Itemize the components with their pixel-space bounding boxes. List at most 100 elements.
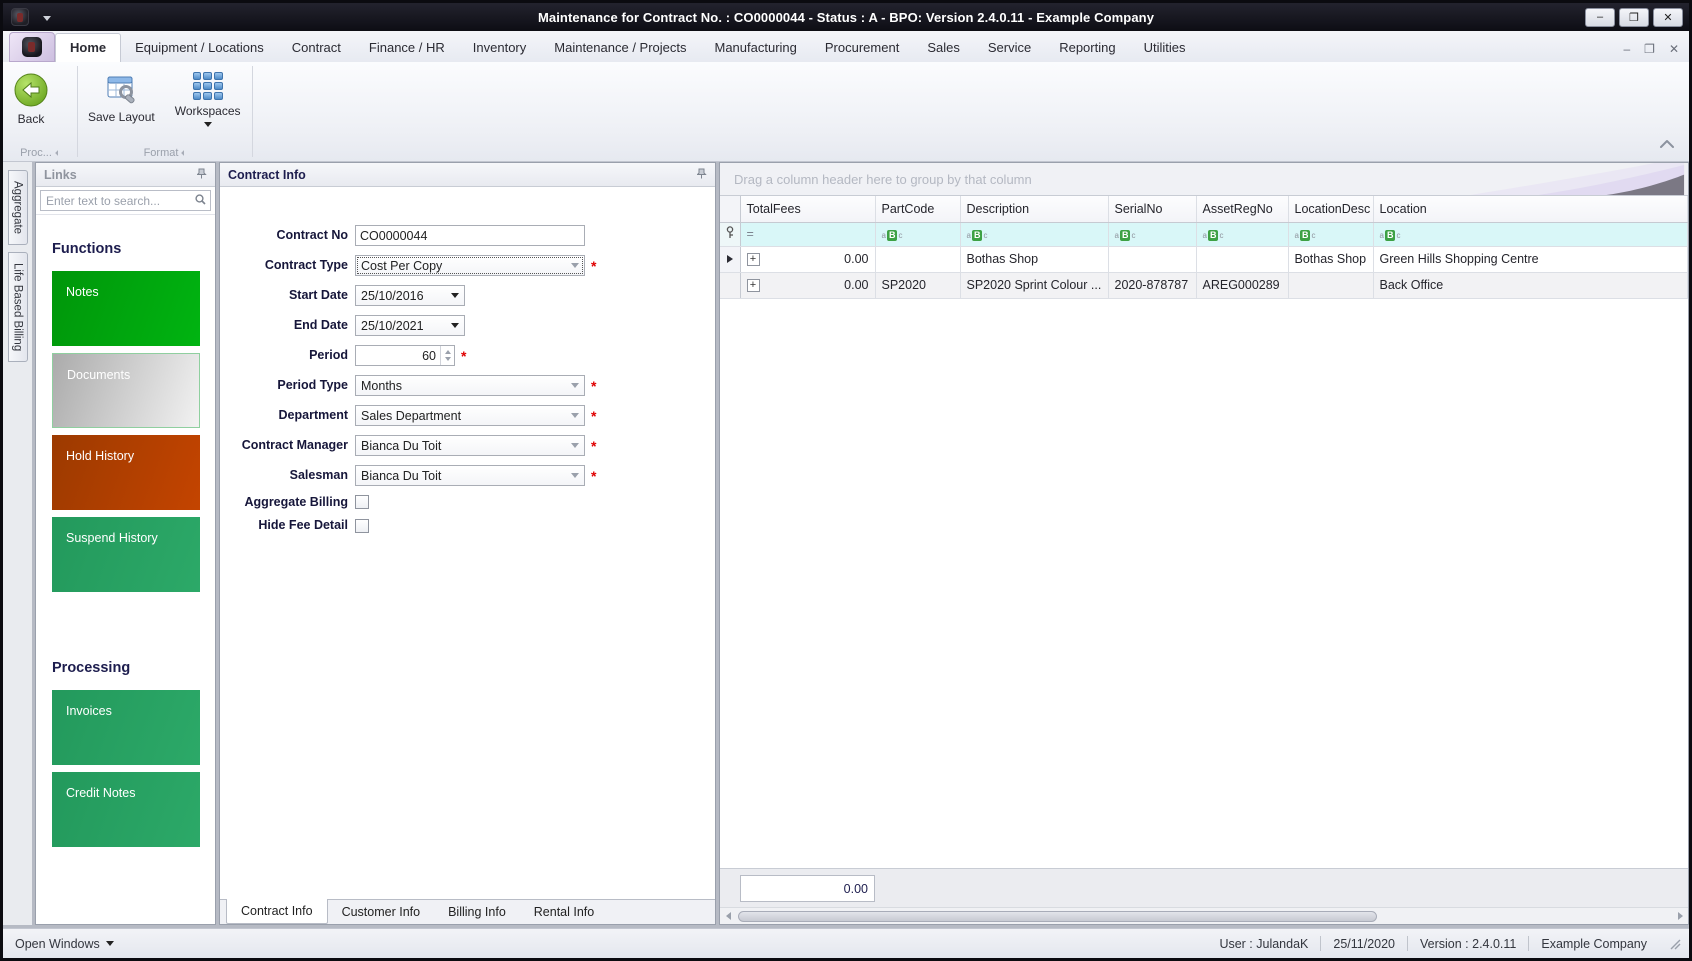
filter-cell-description[interactable]: aBc (960, 222, 1109, 247)
contract-no-input[interactable] (355, 225, 585, 246)
group-label-format[interactable]: Format (78, 144, 252, 161)
links-panel-title: Links (44, 167, 77, 182)
filter-cell-assetregno[interactable]: aBc (1196, 222, 1289, 247)
pin-icon[interactable] (696, 166, 707, 184)
status-company: Example Company (1541, 936, 1647, 951)
back-button[interactable]: Back (3, 68, 59, 130)
required-asterisk: * (591, 257, 597, 274)
pin-icon[interactable] (196, 166, 207, 184)
maximize-button[interactable]: ❐ (1619, 7, 1649, 27)
scrollbar-thumb[interactable] (738, 911, 1377, 922)
totalfees-summary: 0.00 (740, 874, 875, 902)
ribbon-tab-equipment-locations[interactable]: Equipment / Locations (121, 34, 278, 62)
department-label: Department (278, 408, 348, 423)
ribbon-tab-manufacturing[interactable]: Manufacturing (701, 34, 811, 62)
workspaces-label: Workspaces (174, 104, 241, 118)
filter-cell-location[interactable]: aBc (1373, 222, 1688, 247)
contract-manager-dropdown[interactable]: Bianca Du Toit (355, 435, 585, 456)
salesman-label: Salesman (289, 468, 348, 483)
tab-contract-info[interactable]: Contract Info (226, 899, 328, 924)
scroll-left-icon[interactable] (720, 912, 736, 920)
period-type-dropdown[interactable]: Months (355, 375, 585, 396)
filter-cell-totalfees[interactable]: = (740, 222, 876, 247)
period-stepper[interactable]: 60 (355, 345, 455, 366)
ribbon-tab-utilities[interactable]: Utilities (1130, 34, 1200, 62)
table-row[interactable]: +0.00 SP2020 SP2020 Sprint Colour ... 20… (720, 272, 1688, 299)
horizontal-scrollbar[interactable] (720, 907, 1688, 924)
spinner-up-icon[interactable] (444, 349, 451, 354)
table-row[interactable]: +0.00 Bothas Shop Bothas Shop Green Hill… (720, 246, 1688, 273)
expand-row-icon[interactable]: + (746, 252, 760, 266)
contract-no-label: Contract No (276, 228, 348, 243)
close-button[interactable]: ✕ (1653, 7, 1683, 27)
chevron-down-icon (571, 473, 579, 478)
mdi-restore-button[interactable]: ❐ (1644, 42, 1655, 56)
ribbon-tab-service[interactable]: Service (974, 34, 1045, 62)
column-header-assetregno[interactable]: AssetRegNo (1196, 196, 1289, 223)
column-header-serialno[interactable]: SerialNo (1108, 196, 1197, 223)
credit-notes-button[interactable]: Credit Notes (52, 772, 200, 847)
abc-filter-icon: aBc (1202, 230, 1224, 241)
status-separator (1528, 936, 1530, 951)
start-date-label: Start Date (288, 288, 348, 303)
tab-billing-info[interactable]: Billing Info (434, 900, 520, 924)
column-header-locationdesc[interactable]: LocationDesc (1288, 196, 1374, 223)
save-layout-button[interactable]: Save Layout (78, 68, 165, 128)
aggregate-billing-checkbox[interactable] (355, 495, 369, 510)
notes-button[interactable]: Notes (52, 271, 200, 346)
documents-button[interactable]: Documents (52, 353, 200, 428)
open-windows-button[interactable]: Open Windows (9, 937, 114, 951)
ribbon-tab-finance-hr[interactable]: Finance / HR (355, 34, 459, 62)
expand-row-icon[interactable]: + (746, 278, 760, 292)
ribbon-tab-contract[interactable]: Contract (278, 34, 355, 62)
links-search-input[interactable] (40, 190, 211, 211)
search-icon[interactable] (195, 194, 206, 205)
equipment-grid-panel: Drag a column header here to group by th… (719, 162, 1689, 925)
close-icon: ✕ (1663, 11, 1673, 24)
minimize-button[interactable]: – (1585, 7, 1615, 27)
start-date-picker[interactable]: 25/10/2016 (355, 285, 465, 306)
status-user: User : JulandaK (1219, 936, 1309, 951)
column-header-description[interactable]: Description (960, 196, 1109, 223)
mdi-close-button[interactable]: ✕ (1669, 42, 1679, 56)
spinner-down-icon[interactable] (444, 357, 451, 362)
side-tab-aggregate[interactable]: Aggregate (7, 170, 28, 246)
filter-cell-partcode[interactable]: aBc (875, 222, 961, 247)
resize-grip-icon[interactable] (1669, 938, 1681, 950)
title-bar: Maintenance for Contract No. : CO0000044… (3, 3, 1689, 31)
application-menu-button[interactable] (9, 32, 55, 62)
hide-fee-detail-checkbox[interactable] (355, 518, 369, 533)
filter-cell-locationdesc[interactable]: aBc (1288, 222, 1374, 247)
ribbon-tab-home[interactable]: Home (55, 33, 122, 62)
salesman-dropdown[interactable]: Bianca Du Toit (355, 465, 585, 486)
decorative-wave (1470, 163, 1685, 195)
department-dropdown[interactable]: Sales Department (355, 405, 585, 426)
filter-row: = aBc aBc aBc aBc aBc aBc (720, 222, 1688, 247)
workspaces-button[interactable]: Workspaces (165, 68, 251, 131)
tab-customer-info[interactable]: Customer Info (328, 900, 435, 924)
ribbon-tab-sales[interactable]: Sales (913, 34, 974, 62)
group-by-bar[interactable]: Drag a column header here to group by th… (720, 163, 1688, 196)
side-tab-strip: Aggregate Life Based Billing (3, 162, 32, 925)
collapse-ribbon-icon[interactable] (1659, 135, 1675, 153)
chevron-down-icon (105, 941, 114, 946)
hide-fee-detail-label: Hide Fee Detail (258, 518, 348, 533)
ribbon-tab-procurement[interactable]: Procurement (811, 34, 913, 62)
mdi-minimize-button[interactable]: – (1623, 42, 1630, 56)
filter-cell-serialno[interactable]: aBc (1108, 222, 1197, 247)
tab-rental-info[interactable]: Rental Info (520, 900, 608, 924)
ribbon-tab-maintenance-projects[interactable]: Maintenance / Projects (540, 34, 700, 62)
column-header-location[interactable]: Location (1373, 196, 1688, 223)
group-label-processing[interactable]: Proc... (3, 144, 77, 161)
side-tab-life-based-billing[interactable]: Life Based Billing (7, 252, 28, 363)
ribbon-tab-reporting[interactable]: Reporting (1045, 34, 1129, 62)
ribbon-tab-inventory[interactable]: Inventory (459, 34, 540, 62)
column-header-totalfees[interactable]: TotalFees (740, 196, 876, 223)
scroll-right-icon[interactable] (1672, 912, 1688, 920)
hold-history-button[interactable]: Hold History (52, 435, 200, 510)
column-header-partcode[interactable]: PartCode (875, 196, 961, 223)
end-date-picker[interactable]: 25/10/2021 (355, 315, 465, 336)
contract-type-dropdown[interactable]: Cost Per Copy (355, 255, 585, 276)
invoices-button[interactable]: Invoices (52, 690, 200, 765)
suspend-history-button[interactable]: Suspend History (52, 517, 200, 592)
